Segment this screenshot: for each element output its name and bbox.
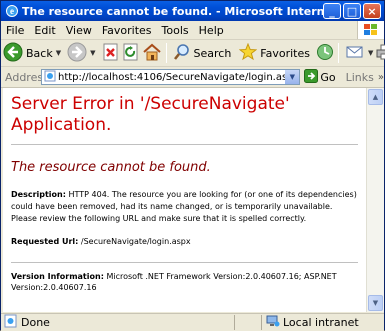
- chevron-right-icon[interactable]: »: [378, 72, 384, 83]
- page-done-icon: [4, 314, 18, 331]
- chevron-down-icon[interactable]: ▼: [56, 49, 61, 57]
- back-arrow-icon: [3, 42, 23, 65]
- menu-tools[interactable]: Tools: [157, 24, 194, 37]
- stop-icon: [102, 43, 120, 64]
- address-dropdown-icon[interactable]: ▼: [285, 70, 300, 84]
- scroll-down-icon[interactable]: ▼: [368, 295, 383, 311]
- divider: [11, 262, 358, 263]
- address-url[interactable]: http://localhost:4106/SecureNavigate/log…: [58, 72, 285, 83]
- menu-view[interactable]: View: [61, 24, 97, 37]
- status-panel: [234, 315, 261, 330]
- internet-explorer-icon: e: [4, 4, 19, 19]
- home-icon: [142, 43, 162, 64]
- star-icon: [238, 42, 258, 64]
- search-icon: [173, 43, 191, 64]
- go-label: Go: [320, 70, 336, 84]
- status-text: Done: [21, 316, 50, 329]
- mail-icon: [345, 43, 365, 64]
- version-label: Version Information:: [11, 272, 104, 281]
- status-text-area: Done: [4, 314, 234, 331]
- refresh-icon: [122, 43, 140, 64]
- title-bar[interactable]: e The resource cannot be found. - Micros…: [1, 1, 384, 21]
- error-title: The resource cannot be found.: [11, 160, 211, 175]
- go-arrow-icon: [304, 68, 319, 86]
- home-button[interactable]: [142, 42, 162, 64]
- maximize-button[interactable]: □: [343, 3, 361, 19]
- vertical-scrollbar[interactable]: ▲ ▼: [366, 88, 384, 312]
- zone-label: Local intranet: [283, 316, 359, 329]
- address-label: Address: [5, 70, 49, 84]
- minimize-button[interactable]: _: [323, 3, 341, 19]
- history-button[interactable]: [316, 42, 334, 64]
- address-bar: Address http://localhost:4106/SecureNavi…: [1, 67, 384, 88]
- chevron-down-icon[interactable]: ▼: [368, 49, 373, 57]
- menu-bar: File Edit View Favorites Tools Help: [1, 21, 384, 40]
- mail-button[interactable]: ▼: [345, 42, 373, 64]
- requested-url-value: /SecureNavigate/login.aspx: [80, 237, 191, 246]
- print-icon: [375, 43, 385, 64]
- status-bar: Done Local intranet: [1, 313, 384, 331]
- description-label: Description:: [11, 190, 66, 199]
- back-label: Back: [26, 46, 53, 60]
- favorites-label: Favorites: [260, 46, 310, 60]
- svg-text:e: e: [10, 6, 14, 16]
- menu-help[interactable]: Help: [194, 24, 229, 37]
- requested-url-label: Requested Url:: [11, 237, 79, 246]
- browser-window: e The resource cannot be found. - Micros…: [0, 0, 385, 331]
- page-content: Server Error in '/SecureNavigate' Applic…: [3, 88, 366, 312]
- forward-button[interactable]: ▼: [67, 42, 96, 65]
- close-button[interactable]: ×: [363, 3, 381, 19]
- menu-edit[interactable]: Edit: [29, 24, 60, 37]
- requested-url-block: Requested Url: /SecureNavigate/login.asp…: [11, 237, 358, 246]
- menu-favorites[interactable]: Favorites: [97, 24, 157, 37]
- divider: [11, 144, 358, 145]
- description-block: Description: HTTP 404. The resource you …: [11, 189, 358, 225]
- chevron-down-icon[interactable]: ▼: [90, 49, 95, 57]
- scroll-up-icon[interactable]: ▲: [368, 89, 383, 105]
- windows-logo-icon: [357, 21, 384, 39]
- intranet-icon: [266, 314, 280, 331]
- security-zone[interactable]: Local intranet: [261, 315, 384, 330]
- stop-button[interactable]: [102, 42, 120, 64]
- favorites-button[interactable]: Favorites: [238, 42, 310, 64]
- search-button[interactable]: Search: [173, 42, 232, 64]
- address-field[interactable]: http://localhost:4106/SecureNavigate/log…: [41, 69, 301, 85]
- version-block: Version Information: Microsoft .NET Fram…: [11, 271, 358, 293]
- window-title: The resource cannot be found. - Microsof…: [22, 4, 323, 18]
- print-button[interactable]: [375, 42, 385, 64]
- history-icon: [316, 43, 334, 64]
- toolbar: Back ▼ ▼ Search Favorites ▼: [1, 40, 385, 67]
- forward-arrow-icon: [67, 42, 87, 65]
- page-heading: Server Error in '/SecureNavigate' Applic…: [11, 94, 290, 135]
- toolbar-separator: [338, 43, 339, 63]
- menu-file[interactable]: File: [1, 24, 29, 37]
- refresh-button[interactable]: [122, 42, 140, 64]
- go-button[interactable]: Go: [304, 68, 336, 86]
- page-icon: [44, 70, 56, 84]
- back-button[interactable]: Back ▼: [3, 42, 61, 64]
- toolbar-separator: [165, 43, 167, 63]
- links-button[interactable]: Links: [346, 71, 374, 84]
- search-label: Search: [193, 46, 232, 60]
